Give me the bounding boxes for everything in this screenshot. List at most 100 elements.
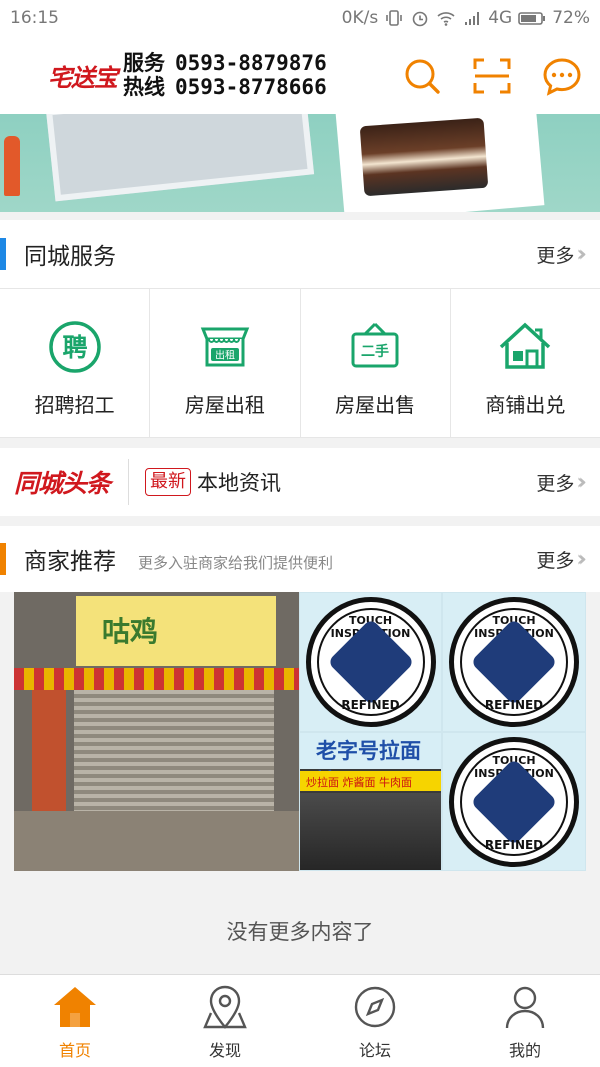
- local-news-row[interactable]: 同城头条 最新 本地资讯 更多 ››: [0, 448, 600, 516]
- section-title: 商家推荐: [24, 549, 116, 575]
- promo-banner[interactable]: [0, 114, 600, 212]
- brand-name: 宅送宝: [48, 63, 118, 92]
- section-accent-bar: [0, 238, 6, 270]
- scan-icon: [473, 58, 511, 94]
- battery-icon: [518, 12, 546, 25]
- tab-profile[interactable]: 我的: [450, 975, 600, 1067]
- user-icon: [505, 986, 545, 1029]
- svg-text:出租: 出租: [215, 349, 235, 362]
- shop-floor: [14, 811, 299, 871]
- hotline-label-1: 服务: [123, 51, 165, 75]
- shop-interior: [300, 793, 441, 870]
- service-house-rent[interactable]: 出租 房屋出租: [150, 289, 301, 437]
- brand-logo: 宅送宝 服务 热线 0593-8879876 0593-8778666: [48, 51, 327, 99]
- shop-transfer-icon: [500, 322, 551, 369]
- city-services-header: 同城服务 更多 ››: [0, 220, 600, 288]
- tab-label: 我的: [508, 1041, 541, 1060]
- vibrate-icon: [386, 10, 403, 26]
- menu-stripe-text: 炒拉面 炸酱面 牛肉面: [306, 776, 412, 789]
- search-icon: [405, 59, 440, 94]
- bottom-tab-bar: 首页 发现 论坛 我的: [0, 974, 600, 1067]
- phone-number-2[interactable]: 0593-8778666: [175, 75, 327, 99]
- tab-discover[interactable]: 发现: [150, 975, 300, 1067]
- alarm-icon: [412, 11, 428, 27]
- home-icon: [54, 987, 96, 1027]
- more-label: 更多: [536, 244, 575, 267]
- double-chevron-right-icon: ››: [576, 546, 586, 572]
- shop-sign: 咕鸡: [76, 596, 276, 666]
- service-label: 房屋出租: [184, 393, 265, 417]
- tab-home[interactable]: 首页: [0, 975, 150, 1067]
- new-badge: 最新: [145, 468, 192, 496]
- status-time: 16:15: [10, 8, 59, 28]
- message-icon: [543, 58, 581, 96]
- tab-forum[interactable]: 论坛: [300, 975, 450, 1067]
- shop-sign-text: 咕鸡: [102, 615, 159, 648]
- banner-figure: [4, 136, 20, 196]
- svg-text:聘: 聘: [62, 333, 87, 362]
- service-label: 商铺出兑: [485, 393, 566, 417]
- signal-icon: [465, 12, 480, 25]
- merchant-card-noodle-shop[interactable]: 老字号拉面馆 炒拉面 炸酱面 牛肉面: [299, 732, 442, 871]
- section-subtitle: 更多入驻商家给我们提供便利: [138, 553, 334, 572]
- touch-inspiration-seal: TOUCH INSPIRATION REFINED: [305, 597, 436, 727]
- merchant-gallery: 咕鸡 TOUCH INSPIRATION REFINED TOUCH INSPI…: [14, 592, 586, 871]
- merchant-card-chicken-shop[interactable]: 咕鸡: [14, 592, 299, 871]
- message-button[interactable]: [540, 54, 584, 98]
- network-type: 4G: [488, 8, 513, 28]
- status-bar: 16:15 0K/s 4G 72%: [0, 0, 600, 36]
- touch-inspiration-seal: TOUCH INSPIRATION REFINED: [449, 736, 579, 867]
- location-icon: [203, 985, 247, 1029]
- search-button[interactable]: [400, 54, 444, 98]
- wifi-icon: [437, 12, 455, 26]
- service-label: 招聘招工: [34, 393, 115, 417]
- merchant-card-logo-2[interactable]: TOUCH INSPIRATION REFINED: [442, 592, 586, 732]
- service-shop-transfer[interactable]: 商铺出兑: [451, 289, 600, 437]
- house-rent-icon: 出租: [200, 327, 250, 367]
- shop-sign: 老字号拉面馆: [300, 733, 441, 793]
- phone-number-1[interactable]: 0593-8879876: [175, 51, 327, 75]
- service-house-sale[interactable]: 二手 房屋出售: [301, 289, 451, 437]
- hotline-label: 服务 热线: [123, 51, 165, 99]
- section-title: 同城服务: [24, 244, 116, 270]
- scan-button[interactable]: [470, 54, 514, 98]
- hotline-numbers: 0593-8879876 0593-8778666: [175, 51, 327, 99]
- merchants-header: 商家推荐 更多入驻商家给我们提供便利 更多 ››: [0, 526, 600, 592]
- header-actions: [400, 54, 584, 98]
- seal-bottom-text: REFINED: [341, 698, 400, 712]
- divider: [128, 459, 130, 505]
- svg-text:二手: 二手: [361, 343, 389, 360]
- merchants-more-link[interactable]: 更多 ››: [536, 546, 586, 573]
- network-speed: 0K/s: [341, 8, 379, 28]
- house-sale-icon: 二手: [351, 322, 399, 368]
- section-accent-bar: [0, 543, 6, 575]
- app-header: 宅送宝 服务 热线 0593-8879876 0593-8778666: [0, 36, 600, 114]
- recruit-icon: 聘: [48, 321, 101, 373]
- banner-card: [45, 114, 315, 202]
- merchant-card-logo-1[interactable]: TOUCH INSPIRATION REFINED: [299, 592, 442, 732]
- more-label: 更多: [536, 549, 575, 572]
- shop-shutter: [74, 690, 274, 820]
- service-grid: 聘 招聘招工 出租 房屋出租 二手 房屋出售 商铺出兑: [0, 288, 600, 438]
- hotline-label-2: 热线: [123, 75, 165, 99]
- more-label: 更多: [536, 472, 575, 495]
- merchant-card-logo-3[interactable]: TOUCH INSPIRATION REFINED: [442, 732, 586, 871]
- shop-awning: [14, 668, 299, 690]
- seal-bottom-text: REFINED: [484, 837, 544, 852]
- seal-bottom-text: REFINED: [484, 698, 544, 712]
- tab-label: 发现: [208, 1041, 241, 1060]
- menu-stripe: 炒拉面 炸酱面 牛肉面: [300, 771, 441, 791]
- compass-icon: [354, 986, 396, 1028]
- headlines-more-link[interactable]: 更多 ››: [536, 469, 586, 496]
- battery-level: 72%: [552, 8, 590, 28]
- headlines-logo: 同城头条: [14, 469, 111, 498]
- service-recruit[interactable]: 聘 招聘招工: [0, 289, 151, 437]
- touch-inspiration-seal: TOUCH INSPIRATION REFINED: [449, 597, 579, 727]
- double-chevron-right-icon: ››: [576, 241, 586, 267]
- city-services-more-link[interactable]: 更多 ››: [536, 241, 586, 268]
- no-more-content: 没有更多内容了: [0, 888, 600, 974]
- merchant-grid: TOUCH INSPIRATION REFINED TOUCH INSPIRAT…: [299, 592, 586, 871]
- service-label: 房屋出售: [335, 393, 416, 417]
- tab-label: 论坛: [358, 1041, 391, 1060]
- double-chevron-right-icon: ››: [576, 469, 586, 495]
